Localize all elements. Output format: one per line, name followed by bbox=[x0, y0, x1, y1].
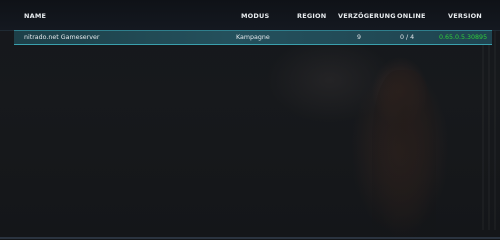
column-header-region[interactable]: REGION bbox=[297, 12, 326, 20]
server-delay: 9 bbox=[357, 34, 362, 41]
server-online: 0 / 4 bbox=[400, 34, 415, 41]
server-row[interactable]: nitrado.net Gameserver Kampagne 9 0 / 4 … bbox=[14, 30, 492, 45]
column-header-delay[interactable]: VERZÖGERUNG bbox=[338, 12, 396, 20]
server-list-header: NAME MODUS REGION VERZÖGERUNG ONLINE VER… bbox=[0, 0, 500, 31]
background-character bbox=[372, 70, 436, 240]
column-header-name[interactable]: NAME bbox=[24, 12, 46, 20]
bottom-divider bbox=[0, 237, 500, 239]
server-version: 0.65.0.5.30895 bbox=[439, 34, 488, 41]
background-bars bbox=[482, 30, 500, 230]
server-mode: Kampagne bbox=[236, 34, 270, 41]
column-header-online[interactable]: ONLINE bbox=[397, 12, 426, 20]
server-name: nitrado.net Gameserver bbox=[24, 34, 100, 41]
column-header-version[interactable]: VERSION bbox=[448, 12, 482, 20]
column-header-mode[interactable]: MODUS bbox=[241, 12, 269, 20]
